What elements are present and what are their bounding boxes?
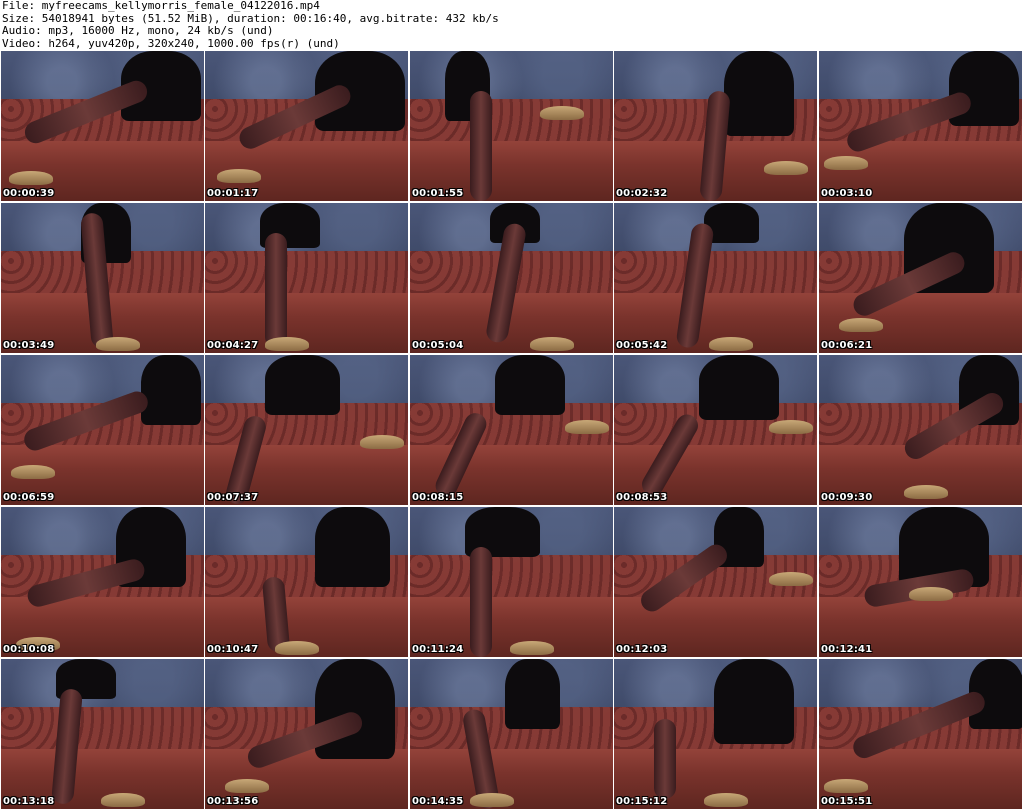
dress-silhouette	[724, 51, 794, 136]
sofa-back	[410, 555, 613, 600]
thumbnail-timestamp: 00:09:30	[821, 492, 873, 503]
shoe-shape	[704, 793, 748, 807]
file-info-header: File: myfreecams_kellymorris_female_0412…	[2, 0, 1022, 50]
shoe-shape	[769, 420, 813, 434]
thumbnail-timestamp: 00:10:08	[3, 644, 55, 655]
thumbnail-timestamp: 00:15:51	[821, 796, 873, 807]
sofa-back	[1, 707, 204, 752]
thumbnail-frame: 00:08:53	[614, 355, 817, 505]
shoe-shape	[764, 161, 808, 175]
thumbnail-timestamp: 00:04:27	[207, 340, 259, 351]
legs-silhouette	[470, 91, 492, 201]
thumbnail-frame: 00:10:08	[1, 507, 204, 657]
shoe-shape	[709, 337, 753, 351]
file-size-line: Size: 54018941 bytes (51.52 MiB), durati…	[2, 12, 499, 25]
thumbnail-frame: 00:15:12	[614, 659, 817, 809]
thumbnail-frame: 00:12:03	[614, 507, 817, 657]
shoe-shape	[540, 106, 584, 120]
thumbnail-frame: 00:07:37	[205, 355, 408, 505]
sofa-back	[410, 99, 613, 144]
shoe-shape	[769, 572, 813, 586]
thumbnail-timestamp: 00:02:32	[616, 188, 668, 199]
legs-silhouette	[265, 233, 287, 348]
shoe-shape	[909, 587, 953, 601]
thumbnail-timestamp: 00:15:12	[616, 796, 668, 807]
thumbnail-grid: 00:00:39 00:01:17 00:01:55 00:02:32 00:03:10…	[0, 51, 1024, 811]
dress-silhouette	[495, 355, 565, 415]
thumbnail-frame: 00:00:39	[1, 51, 204, 201]
thumbnail-timestamp: 00:07:37	[207, 492, 259, 503]
thumbnail-timestamp: 00:08:53	[616, 492, 668, 503]
thumbnail-timestamp: 00:10:47	[207, 644, 259, 655]
dress-silhouette	[699, 355, 779, 420]
shoe-shape	[470, 793, 514, 807]
thumbnail-timestamp: 00:13:18	[3, 796, 55, 807]
dress-silhouette	[315, 659, 395, 759]
thumbnail-timestamp: 00:03:49	[3, 340, 55, 351]
dress-silhouette	[141, 355, 201, 425]
shoe-shape	[530, 337, 574, 351]
thumbnail-frame: 00:02:32	[614, 51, 817, 201]
shoe-shape	[275, 641, 319, 655]
thumbnail-frame: 00:03:10	[819, 51, 1022, 201]
thumbnail-frame: 00:12:41	[819, 507, 1022, 657]
thumbnail-timestamp: 00:14:35	[412, 796, 464, 807]
dress-silhouette	[265, 355, 340, 415]
thumbnail-frame: 00:05:04	[410, 203, 613, 353]
shoe-shape	[510, 641, 554, 655]
thumbnail-frame: 00:13:56	[205, 659, 408, 809]
thumbnail-frame: 00:01:17	[205, 51, 408, 201]
thumbnail-frame: 00:03:49	[1, 203, 204, 353]
file-name-line: File: myfreecams_kellymorris_female_0412…	[2, 0, 320, 12]
shoe-shape	[360, 435, 404, 449]
shoe-shape	[824, 156, 868, 170]
legs-silhouette	[654, 719, 676, 799]
thumbnail-frame: 00:13:18	[1, 659, 204, 809]
shoe-shape	[839, 318, 883, 332]
shoe-shape	[9, 171, 53, 185]
shoe-shape	[565, 420, 609, 434]
sofa-back	[614, 251, 817, 296]
dress-silhouette	[505, 659, 560, 729]
thumbnail-frame: 00:05:42	[614, 203, 817, 353]
dress-silhouette	[315, 507, 390, 587]
dress-silhouette	[714, 659, 794, 744]
thumbnail-timestamp: 00:05:04	[412, 340, 464, 351]
thumbnail-timestamp: 00:05:42	[616, 340, 668, 351]
thumbnail-timestamp: 00:13:56	[207, 796, 259, 807]
thumbnail-timestamp: 00:01:17	[207, 188, 259, 199]
thumbnail-frame: 00:14:35	[410, 659, 613, 809]
thumbnail-timestamp: 00:01:55	[412, 188, 464, 199]
thumbnail-frame: 00:06:21	[819, 203, 1022, 353]
thumbnail-frame: 00:06:59	[1, 355, 204, 505]
audio-info-line: Audio: mp3, 16000 Hz, mono, 24 kb/s (und…	[2, 25, 274, 37]
shoe-shape	[217, 169, 261, 183]
thumbnail-timestamp: 00:12:03	[616, 644, 668, 655]
thumbnail-frame: 00:01:55	[410, 51, 613, 201]
shoe-shape	[265, 337, 309, 351]
shoe-shape	[101, 793, 145, 807]
thumbnail-timestamp: 00:00:39	[3, 188, 55, 199]
thumbnail-frame: 00:08:15	[410, 355, 613, 505]
sofa-back	[205, 251, 408, 296]
thumbnail-timestamp: 00:06:59	[3, 492, 55, 503]
video-info-line: Video: h264, yuv420p, 320x240, 1000.00 f…	[2, 37, 340, 50]
shoe-shape	[824, 779, 868, 793]
thumbnail-timestamp: 00:08:15	[412, 492, 464, 503]
thumbnail-timestamp: 00:12:41	[821, 644, 873, 655]
thumbnail-frame: 00:10:47	[205, 507, 408, 657]
thumbnail-frame: 00:11:24	[410, 507, 613, 657]
thumbnail-timestamp: 00:06:21	[821, 340, 873, 351]
thumbnail-frame: 00:04:27	[205, 203, 408, 353]
thumbnail-frame: 00:09:30	[819, 355, 1022, 505]
thumbnail-timestamp: 00:03:10	[821, 188, 873, 199]
shoe-shape	[11, 465, 55, 479]
thumbnail-frame: 00:15:51	[819, 659, 1022, 809]
legs-silhouette	[470, 547, 492, 657]
shoe-shape	[904, 485, 948, 499]
shoe-shape	[225, 779, 269, 793]
thumbnail-timestamp: 00:11:24	[412, 644, 464, 655]
shoe-shape	[96, 337, 140, 351]
